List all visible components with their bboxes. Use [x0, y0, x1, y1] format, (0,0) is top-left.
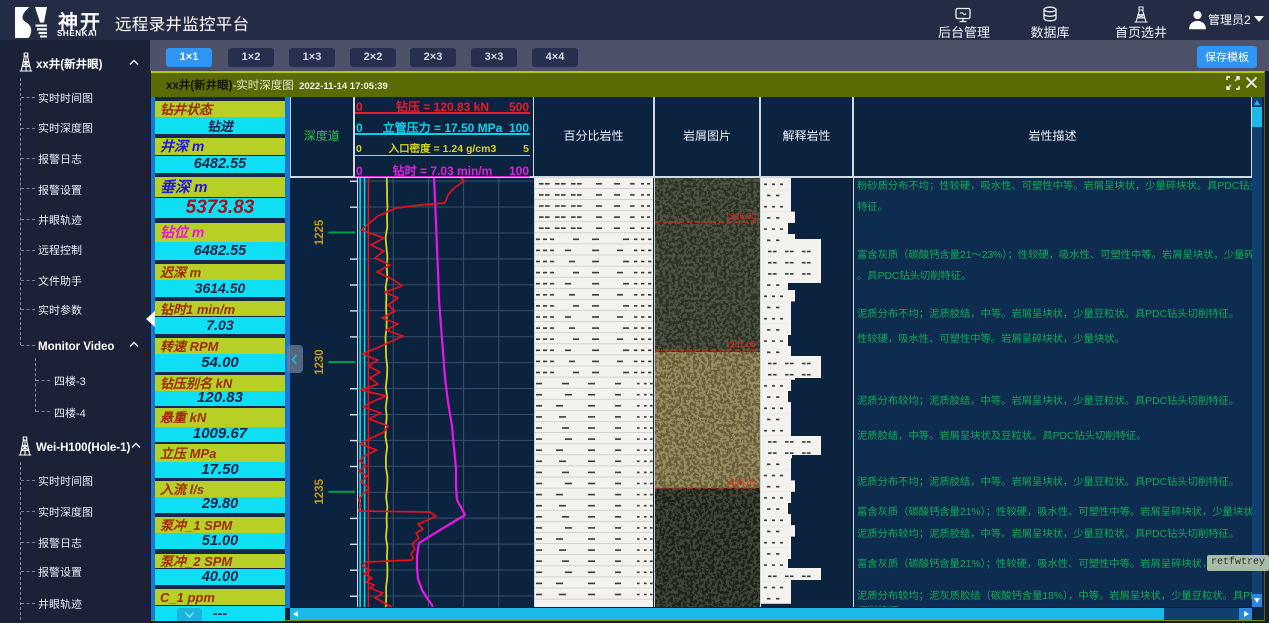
svg-text:1236.00: 1236.00 — [725, 477, 756, 487]
svg-text:1225: 1225 — [314, 219, 326, 245]
svg-text:1235: 1235 — [314, 478, 326, 504]
svg-text:1226.00: 1226.00 — [725, 211, 756, 221]
svg-text:1230: 1230 — [314, 349, 326, 375]
svg-text:1231.00: 1231.00 — [725, 339, 756, 349]
